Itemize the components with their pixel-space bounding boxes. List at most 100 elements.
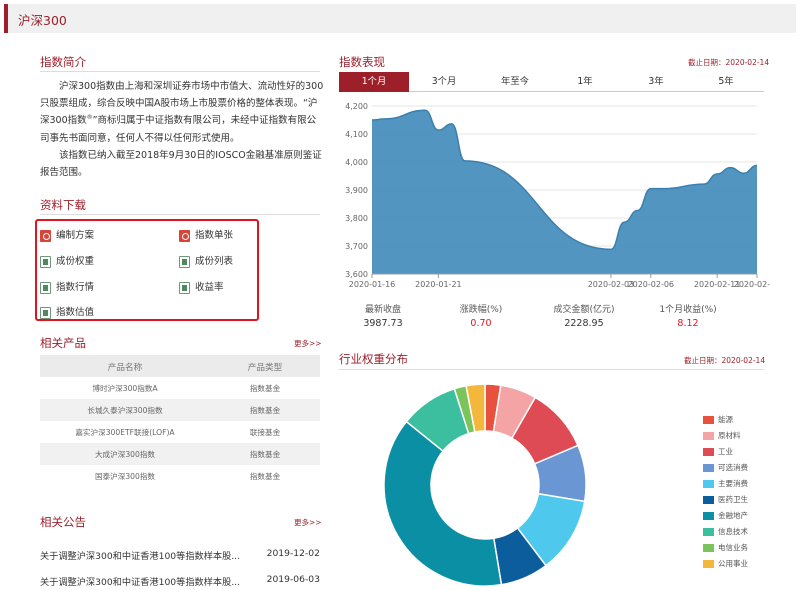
divider <box>40 214 320 215</box>
performance-as-of-date: 截止日期：2020-02-14 <box>688 58 770 67</box>
legend-swatch <box>703 496 714 504</box>
pdf-icon <box>179 230 190 242</box>
product-name[interactable]: 博时沪深300指数A <box>40 383 210 394</box>
area-series <box>372 110 757 274</box>
tab-5-years[interactable]: 5年 <box>691 72 761 92</box>
index-performance-chart: 3,600 3,700 3,800 3,900 4,000 4,100 4,200 2020-… <box>345 102 770 289</box>
tab-1-year[interactable]: 1年 <box>550 72 620 92</box>
stat-value-1m-return: 8.12 <box>677 318 699 329</box>
download-index-quotes[interactable]: 指数行情 <box>40 281 94 295</box>
product-type: 指数基金 <box>249 384 281 393</box>
legend-information-technology[interactable]: 信息技术 <box>703 526 748 538</box>
legend-swatch <box>703 416 714 424</box>
products-more-link[interactable]: 更多>> <box>294 338 322 349</box>
legend-financials[interactable]: 金融地产 <box>703 510 748 522</box>
download-compilation-method[interactable]: 编制方案 <box>40 229 94 243</box>
page-title: 沪深300 <box>18 13 67 28</box>
period-tabs: 1个月 3个月 年至今 1年 3年 5年 <box>339 72 764 92</box>
download-label: 成份权重 <box>56 256 95 267</box>
divider <box>40 71 320 72</box>
product-type: 指数基金 <box>249 472 281 481</box>
stat-label-change: 涨跌幅(%) <box>459 305 503 315</box>
page-title-bar: 沪深300 <box>4 4 796 33</box>
y-tick-label: 3,900 <box>345 186 368 195</box>
legend-label: 电信业务 <box>718 543 748 552</box>
x-tick-label: 2020-02-14 <box>734 280 770 289</box>
table-row[interactable]: 长城久泰沪深300指数 指数基金 <box>40 399 320 421</box>
table-row[interactable]: 大成沪深300指数 指数基金 <box>40 443 320 465</box>
y-tick-label: 3,600 <box>345 270 368 279</box>
legend-label: 公用事业 <box>718 559 748 568</box>
notice-date: 2019-06-03 <box>266 574 320 585</box>
list-item[interactable]: 关于调整沪深300和中证香港100等指数样本股... 2019-12-02 <box>40 548 320 562</box>
download-returns[interactable]: 收益率 <box>179 281 224 295</box>
legend-label: 信息技术 <box>718 527 748 536</box>
stat-label-1m-return: 1个月收益(%) <box>659 305 717 315</box>
product-name[interactable]: 大成沪深300指数 <box>40 449 210 460</box>
industry-as-of-date: 截止日期：2020-02-14 <box>684 356 766 365</box>
list-item[interactable]: 关于调整沪深300和中证香港100等指数样本股... 2019-06-03 <box>40 574 320 588</box>
column-header-type: 产品类型 <box>247 363 283 373</box>
legend-swatch <box>703 512 714 520</box>
product-type: 联接基金 <box>249 428 281 437</box>
y-tick-label: 4,200 <box>345 102 368 111</box>
notices-heading: 相关公告 <box>40 515 86 529</box>
y-tick-label: 4,000 <box>345 158 368 167</box>
product-name[interactable]: 长城久泰沪深300指数 <box>40 405 210 416</box>
tab-ytd[interactable]: 年至今 <box>480 72 550 92</box>
tab-3-years[interactable]: 3年 <box>621 72 691 92</box>
product-type: 指数基金 <box>249 406 281 415</box>
x-tick-label: 2020-02-06 <box>628 280 675 289</box>
notice-title[interactable]: 关于调整沪深300和中证香港100等指数样本股... <box>40 548 245 562</box>
product-name[interactable]: 嘉实沪深300ETF联接(LOF)A <box>40 427 210 438</box>
legend-swatch <box>703 528 714 536</box>
divider <box>339 369 764 370</box>
pdf-icon <box>40 230 51 242</box>
table-row[interactable]: 国泰沪深300指数 指数基金 <box>40 465 320 487</box>
product-name[interactable]: 国泰沪深300指数 <box>40 471 210 482</box>
industry-weight-donut-chart <box>383 383 587 587</box>
legend-consumer-discretionary[interactable]: 可选消费 <box>703 462 748 474</box>
notices-more-link[interactable]: 更多>> <box>294 517 322 528</box>
download-label: 指数行情 <box>56 282 95 293</box>
download-constituent-weights[interactable]: 成份权重 <box>40 255 94 269</box>
download-index-factsheet[interactable]: 指数单张 <box>179 229 233 243</box>
legend-materials[interactable]: 原材料 <box>703 430 741 442</box>
legend-telecom[interactable]: 电信业务 <box>703 542 748 554</box>
excel-icon <box>179 256 190 268</box>
legend-label: 能源 <box>718 415 733 424</box>
stat-value-close: 3987.73 <box>363 318 403 329</box>
excel-icon <box>40 307 51 319</box>
products-table-header: 产品名称 产品类型 <box>40 355 320 377</box>
legend-label: 金融地产 <box>718 511 748 520</box>
legend-utilities[interactable]: 公用事业 <box>703 558 748 570</box>
download-valuation[interactable]: 指数估值 <box>40 306 94 320</box>
legend-health-care[interactable]: 医药卫生 <box>703 494 748 506</box>
intro-text: 沪深300指数由上海和深圳证券市场中市值大、流动性好的300只股票组成，综合反映… <box>40 78 324 181</box>
downloads-heading: 资料下载 <box>40 198 86 212</box>
legend-label: 原材料 <box>718 431 741 440</box>
tab-1-month[interactable]: 1个月 <box>339 72 409 92</box>
legend-swatch <box>703 560 714 568</box>
tab-3-months[interactable]: 3个月 <box>409 72 479 92</box>
product-type: 指数基金 <box>249 450 281 459</box>
legend-consumer-staples[interactable]: 主要消费 <box>703 478 748 490</box>
legend-label: 工业 <box>718 447 733 456</box>
stat-value-turnover: 2228.95 <box>564 318 604 329</box>
intro-paragraph-2: 该指数已纳入截至2018年9月30日的IOSCO金融基准原则鉴证报告范围。 <box>40 149 322 179</box>
legend-swatch <box>703 432 714 440</box>
products-heading: 相关产品 <box>40 336 86 350</box>
download-label: 指数估值 <box>56 307 95 318</box>
legend-swatch <box>703 464 714 472</box>
legend-industrials[interactable]: 工业 <box>703 446 733 458</box>
download-label: 编制方案 <box>56 230 95 241</box>
legend-energy[interactable]: 能源 <box>703 414 733 426</box>
table-row[interactable]: 博时沪深300指数A 指数基金 <box>40 377 320 399</box>
legend-label: 可选消费 <box>718 463 748 472</box>
legend-swatch <box>703 448 714 456</box>
table-row[interactable]: 嘉实沪深300ETF联接(LOF)A 联接基金 <box>40 421 320 443</box>
download-constituent-list[interactable]: 成份列表 <box>179 255 233 269</box>
stat-label-turnover: 成交金额(亿元) <box>553 305 615 315</box>
intro-heading: 指数简介 <box>40 55 86 69</box>
notice-title[interactable]: 关于调整沪深300和中证香港100等指数样本股... <box>40 574 245 588</box>
